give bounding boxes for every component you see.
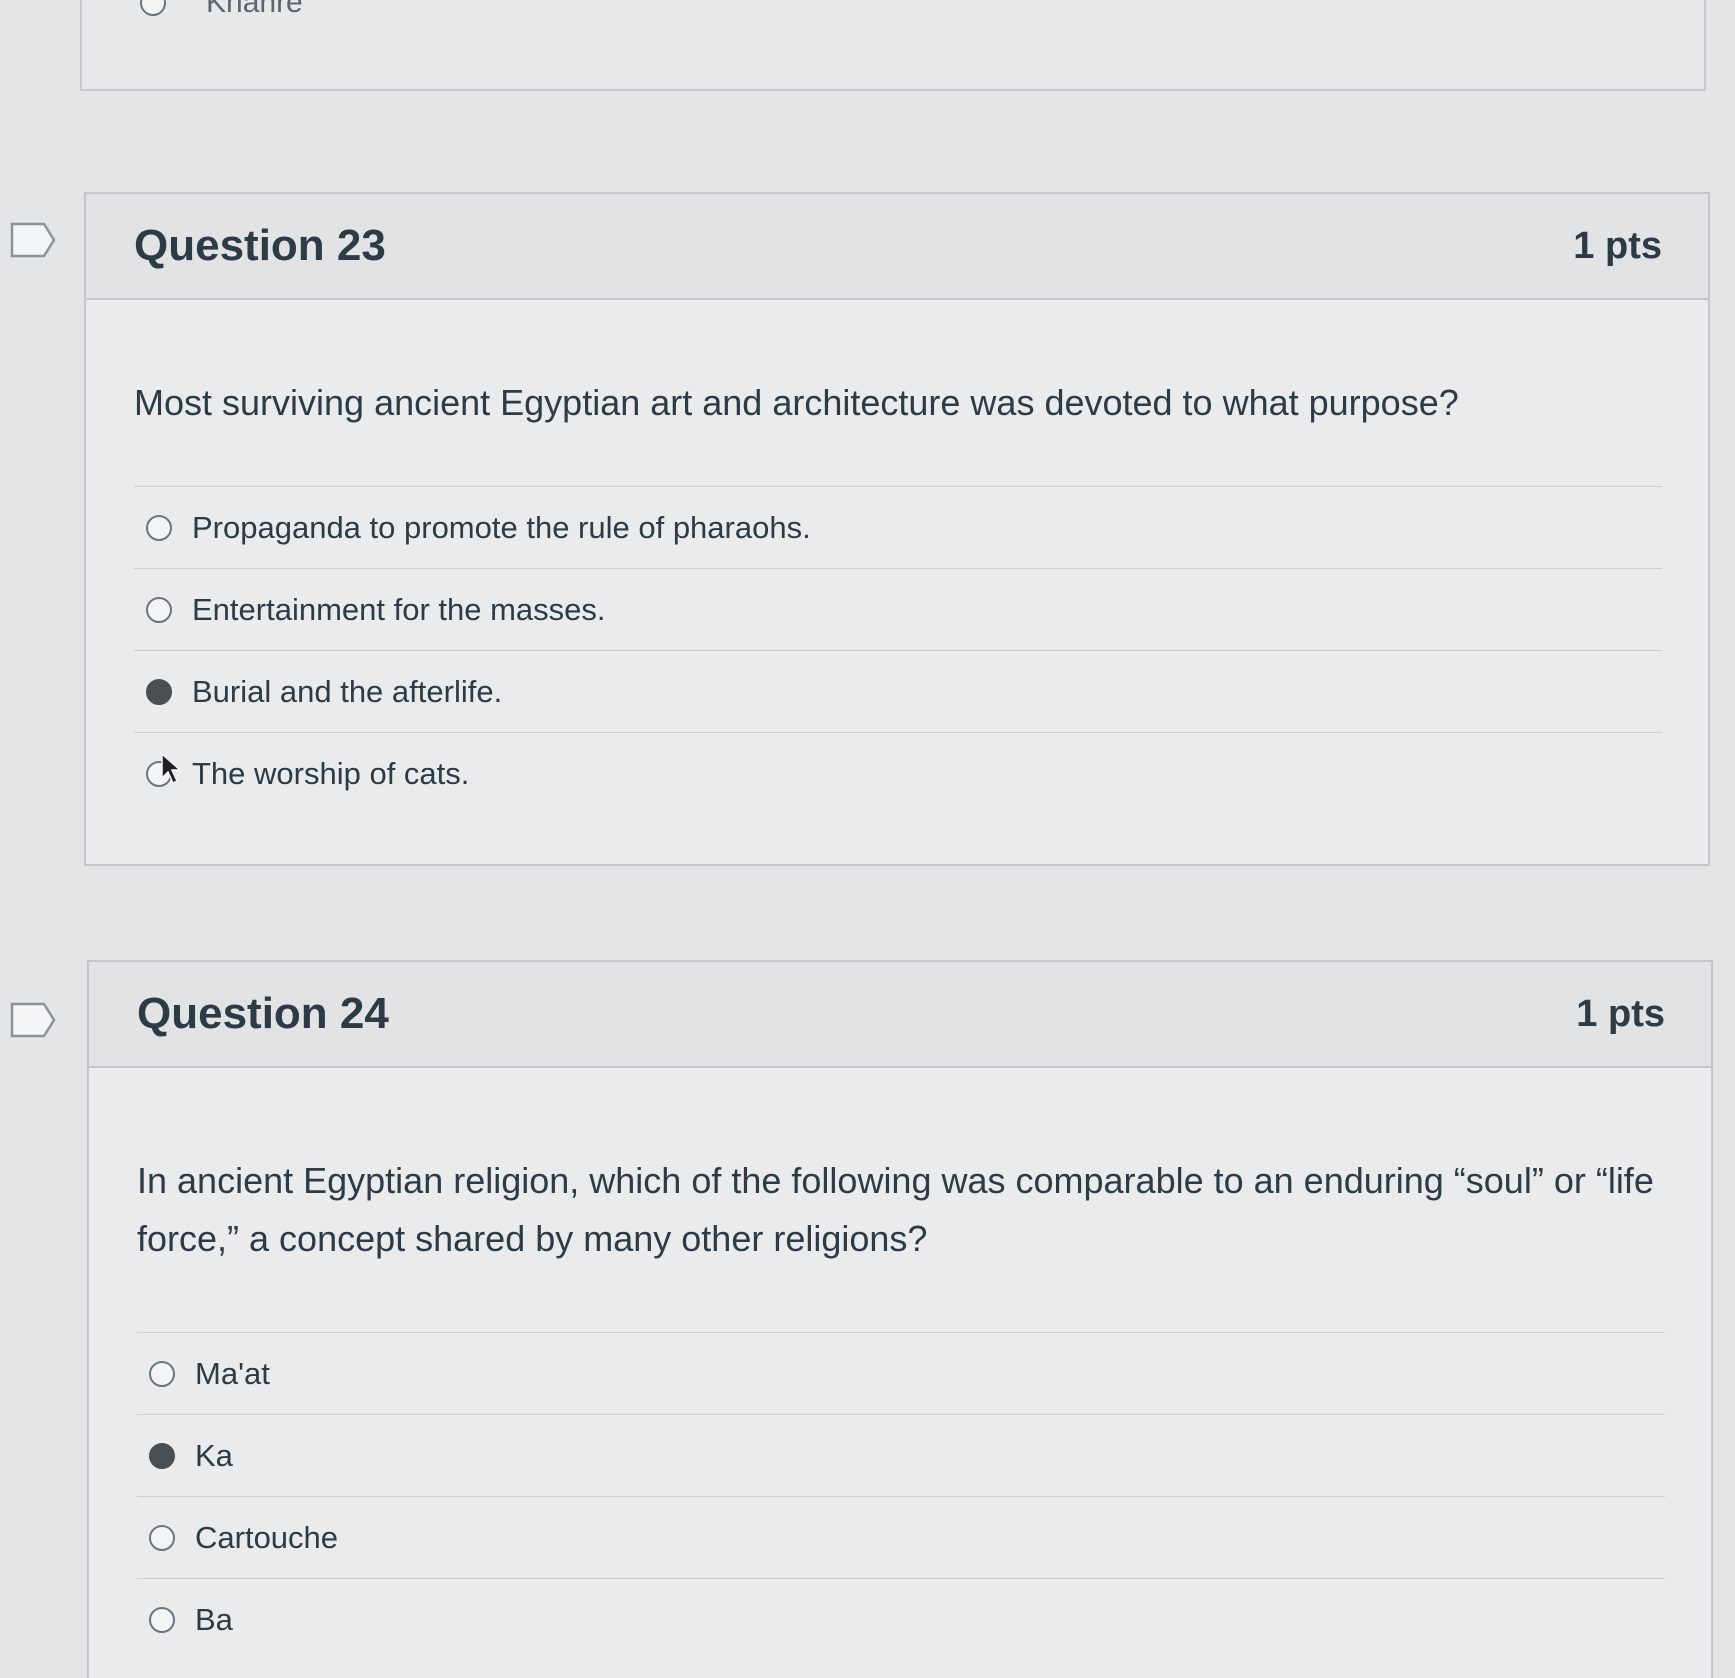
answer-label: Propaganda to promote the rule of pharao… — [192, 509, 811, 545]
radio-button-icon[interactable] — [149, 1360, 175, 1387]
quiz-page: Khanre Question 23 1 pts Most surviving … — [0, 0, 1735, 1678]
previous-answer-option[interactable]: Khanre — [140, 0, 303, 20]
answer-list: Propaganda to promote the rule of pharao… — [134, 486, 1662, 815]
answer-label: Entertainment for the masses. — [192, 591, 606, 627]
question-points: 1 pts — [1576, 992, 1665, 1035]
question-text: In ancient Egyptian religion, which of t… — [137, 1160, 1654, 1259]
radio-button-icon[interactable] — [140, 0, 166, 16]
answer-label: Cartouche — [195, 1519, 339, 1555]
question-title: Question 24 — [137, 989, 389, 1038]
question-body: Most surviving ancient Egyptian art and … — [86, 300, 1708, 815]
answer-label: Ba — [195, 1602, 233, 1637]
answer-label: Ma'at — [195, 1355, 270, 1391]
question-card-24: Question 24 1 pts In ancient Egyptian re… — [87, 960, 1713, 1678]
answer-label: Ka — [195, 1437, 233, 1473]
question-header: Question 24 1 pts — [89, 962, 1711, 1068]
radio-button-icon[interactable] — [146, 514, 172, 541]
previous-question-card — [80, 0, 1706, 91]
question-body: In ancient Egyptian religion, which of t… — [89, 1068, 1711, 1661]
question-points: 1 pts — [1573, 224, 1662, 267]
radio-button-icon[interactable] — [149, 1442, 175, 1469]
radio-button-icon[interactable] — [146, 596, 172, 623]
answer-option[interactable]: Ka — [137, 1415, 1665, 1497]
answer-list: Ma'at Ka Cartouche Ba — [137, 1332, 1665, 1661]
answer-option[interactable]: Ma'at — [137, 1333, 1665, 1415]
flag-icon[interactable] — [10, 1002, 56, 1038]
answer-option[interactable]: Burial and the afterlife. — [134, 651, 1662, 733]
mouse-pointer-icon — [161, 752, 182, 785]
question-header: Question 23 1 pts — [86, 194, 1708, 300]
question-card-23: Question 23 1 pts Most surviving ancient… — [84, 192, 1710, 866]
answer-option[interactable]: Entertainment for the masses. — [134, 569, 1662, 651]
answer-label: The worship of cats. — [192, 756, 470, 791]
radio-button-icon[interactable] — [146, 678, 172, 705]
flag-icon[interactable] — [10, 222, 56, 258]
question-title: Question 23 — [134, 221, 386, 270]
answer-option[interactable]: Cartouche — [137, 1497, 1665, 1579]
answer-label: Burial and the afterlife. — [192, 673, 503, 709]
radio-button-icon[interactable] — [149, 1607, 175, 1633]
answer-option[interactable]: Propaganda to promote the rule of pharao… — [134, 487, 1662, 569]
answer-option[interactable]: The worship of cats. — [134, 733, 1662, 815]
previous-answer-label: Khanre — [206, 0, 303, 19]
question-text: Most surviving ancient Egyptian art and … — [134, 382, 1459, 423]
radio-button-icon[interactable] — [149, 1524, 175, 1551]
answer-option[interactable]: Ba — [137, 1579, 1665, 1661]
